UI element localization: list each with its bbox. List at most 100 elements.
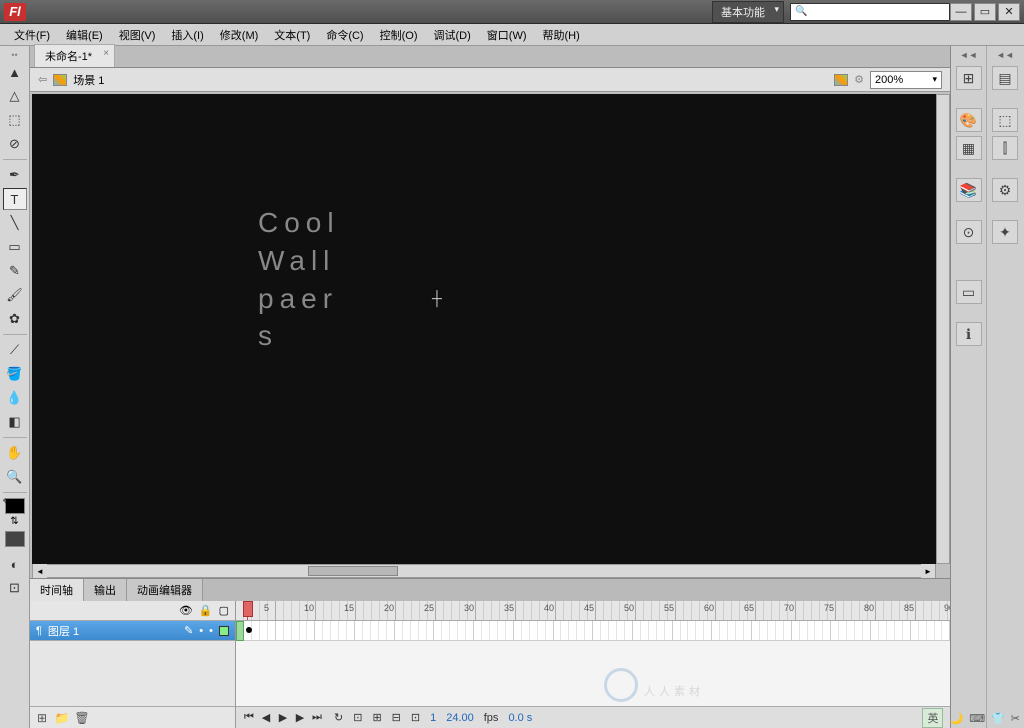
stage[interactable]: Cool Wall paer s ┼ — [32, 94, 936, 564]
play-icon[interactable]: ▶ — [276, 711, 290, 724]
pen-tool[interactable]: ✒ — [3, 164, 27, 186]
text-tool[interactable]: T — [3, 188, 27, 210]
loop-icon[interactable]: ↻ — [334, 711, 343, 724]
vertical-scrollbar[interactable] — [936, 94, 950, 564]
maximize-button[interactable]: ▭ — [974, 3, 996, 21]
edit-scene-icon[interactable] — [834, 74, 848, 86]
timeline-ruler[interactable]: 51015202530354045505560657075808590 — [236, 601, 950, 621]
menu-insert[interactable]: 插入(I) — [163, 25, 211, 45]
hand-tool[interactable]: ✋ — [3, 442, 27, 464]
tab-motion-editor[interactable]: 动画编辑器 — [127, 579, 203, 601]
properties-panel-icon[interactable]: ⊞ — [956, 66, 982, 90]
layer-name[interactable]: 图层 1 — [48, 623, 79, 639]
outline-toggle[interactable] — [219, 626, 229, 636]
edit-symbols-icon[interactable]: ⚙ — [854, 73, 864, 86]
swatches-panel-icon[interactable]: ▦ — [956, 136, 982, 160]
brush-tool[interactable]: 🖌 — [3, 284, 27, 306]
tab-output[interactable]: 输出 — [84, 579, 127, 601]
keyframe[interactable] — [236, 621, 244, 641]
line-tool[interactable]: ╲ — [3, 212, 27, 234]
edit-bar: ⇦ 场景 1 ⚙ 200% — [30, 68, 950, 92]
black-white-icon[interactable]: ◐ — [3, 553, 27, 575]
color-panel-icon[interactable]: 🎨 — [956, 108, 982, 132]
scene-label[interactable]: 场景 1 — [73, 72, 104, 88]
snap-tool[interactable]: ⊡ — [3, 577, 27, 599]
toolbox: •• ▲ △ ⬚ ⊘ ✒ T ╲ ▭ ✎ 🖌 ✿ ⟋ 🪣 💧 ◧ ✋ 🔍 ✎ ⇅… — [0, 46, 30, 728]
bone-tool[interactable]: ⟋ — [3, 339, 27, 361]
selection-tool[interactable]: ▲ — [3, 61, 27, 83]
eyedropper-tool[interactable]: 💧 — [3, 387, 27, 409]
center-frame-icon[interactable]: ⊡ — [411, 711, 420, 724]
scrollbar-thumb[interactable] — [308, 566, 398, 576]
outline-header-icon[interactable]: ▢ — [219, 604, 229, 617]
back-arrow-icon[interactable]: ⇦ — [38, 73, 47, 86]
frames-row[interactable] — [236, 621, 950, 641]
menu-control[interactable]: 控制(O) — [372, 25, 426, 45]
new-layer-icon[interactable]: ⊞ — [34, 711, 50, 725]
project-panel-icon[interactable]: ▭ — [956, 280, 982, 304]
toolbox-handle[interactable]: •• — [11, 50, 17, 60]
panel-icon-1[interactable]: ▤ — [992, 66, 1018, 90]
first-frame-icon[interactable]: ⏮ — [242, 711, 256, 724]
lock-header-icon[interactable]: 🔒 — [199, 604, 213, 617]
layer-row[interactable]: ¶ 图层 1 ✎ • • — [30, 621, 235, 641]
stroke-color-swatch[interactable]: ✎ — [5, 498, 25, 514]
small-panel-icon[interactable]: ⊙ — [956, 220, 982, 244]
close-icon[interactable]: × — [103, 48, 109, 59]
eraser-tool[interactable]: ◧ — [3, 411, 27, 433]
next-frame-icon[interactable]: ▶ — [293, 711, 307, 724]
scroll-right-icon[interactable]: ► — [921, 564, 935, 578]
edit-multiple-icon[interactable]: ⊟ — [392, 711, 401, 724]
deco-tool[interactable]: ✿ — [3, 308, 27, 330]
ime-indicator[interactable]: 英 — [922, 708, 943, 728]
minimize-button[interactable]: — — [950, 3, 972, 21]
onion-outlines-icon[interactable]: ⊞ — [372, 711, 381, 724]
free-transform-tool[interactable]: ⬚ — [3, 109, 27, 131]
tab-timeline[interactable]: 时间轴 — [30, 579, 84, 601]
tray-icon[interactable]: 👕 — [991, 712, 1005, 725]
motion-presets-icon[interactable]: ✦ — [992, 220, 1018, 244]
menu-file[interactable]: 文件(F) — [6, 25, 58, 45]
workspace-dropdown[interactable]: 基本功能 — [712, 1, 784, 23]
menu-debug[interactable]: 调试(D) — [426, 25, 479, 45]
search-input[interactable] — [811, 6, 945, 18]
onion-skin-icon[interactable]: ⊡ — [353, 711, 362, 724]
rectangle-tool[interactable]: ▭ — [3, 236, 27, 258]
menu-edit[interactable]: 编辑(E) — [58, 25, 111, 45]
menu-commands[interactable]: 命令(C) — [318, 25, 371, 45]
menu-help[interactable]: 帮助(H) — [535, 25, 588, 45]
components-panel-icon[interactable]: ⚙ — [992, 178, 1018, 202]
lasso-tool[interactable]: ⊘ — [3, 133, 27, 155]
menu-modify[interactable]: 修改(M) — [212, 25, 267, 45]
library-panel-icon[interactable]: 📚 — [956, 178, 982, 202]
tray-icon[interactable]: ✂ — [1011, 712, 1020, 725]
document-tab[interactable]: 未命名-1* × — [34, 44, 115, 67]
swap-colors-icon[interactable]: ⇅ — [10, 516, 18, 527]
subselection-tool[interactable]: △ — [3, 85, 27, 107]
transform-panel-icon[interactable]: ⬚ — [992, 108, 1018, 132]
last-frame-icon[interactable]: ⏭ — [310, 711, 324, 724]
new-folder-icon[interactable]: 📁 — [54, 711, 70, 725]
pencil-tool[interactable]: ✎ — [3, 260, 27, 282]
tray-icon[interactable]: 🌙 — [949, 712, 963, 725]
menu-text[interactable]: 文本(T) — [266, 25, 318, 45]
stage-text[interactable]: Cool Wall paer s — [258, 204, 340, 355]
horizontal-scrollbar[interactable]: ◄ ► — [32, 564, 936, 578]
visibility-header-icon[interactable]: 👁 — [179, 604, 193, 617]
chevron-left-icon[interactable]: ◄◄ — [951, 50, 986, 62]
delete-layer-icon[interactable]: 🗑 — [74, 711, 90, 725]
tray-icon[interactable]: ⌨ — [969, 712, 985, 725]
chevron-left-icon[interactable]: ◄◄ — [987, 50, 1023, 62]
paint-bucket-tool[interactable]: 🪣 — [3, 363, 27, 385]
align-panel-icon[interactable]: ⫿ — [992, 136, 1018, 160]
fill-color-swatch[interactable] — [5, 531, 25, 547]
zoom-tool[interactable]: 🔍 — [3, 466, 27, 488]
info-panel-icon[interactable]: ℹ — [956, 322, 982, 346]
menu-view[interactable]: 视图(V) — [111, 25, 164, 45]
menu-window[interactable]: 窗口(W) — [479, 25, 535, 45]
zoom-dropdown[interactable]: 200% — [870, 71, 942, 89]
close-button[interactable]: ✕ — [998, 3, 1020, 21]
prev-frame-icon[interactable]: ◀ — [259, 711, 273, 724]
search-box[interactable]: 🔍 — [790, 3, 950, 21]
scroll-left-icon[interactable]: ◄ — [33, 564, 47, 578]
